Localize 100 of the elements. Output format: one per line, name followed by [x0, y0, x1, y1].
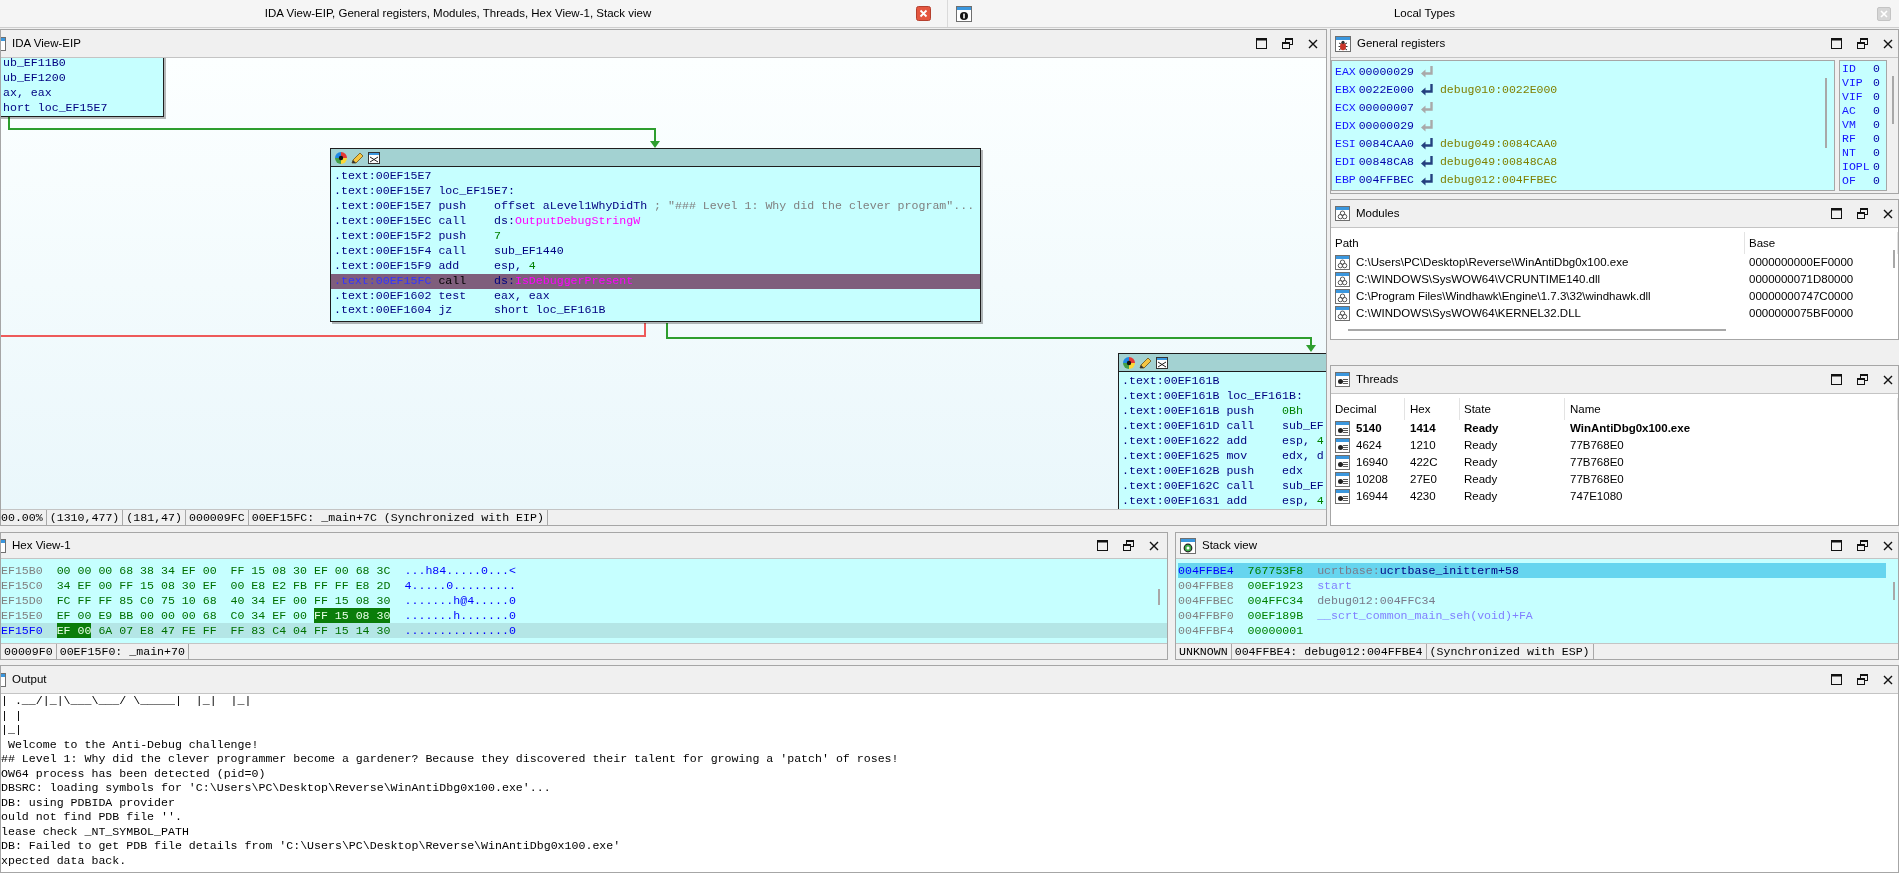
hex-byte: 08	[355, 593, 370, 608]
close-icon[interactable]	[1308, 38, 1318, 49]
thread-state: Ready	[1464, 439, 1498, 451]
flag-name: AC	[1842, 104, 1857, 118]
register-target[interactable]: debug010:0022E000	[1439, 81, 1558, 99]
stack-row[interactable]: 004FFBF4 00000001	[1178, 623, 1886, 638]
window-icon[interactable]	[368, 151, 380, 164]
stack-row[interactable]: 004FFBEC 004FFC34 debug012:004FFC34	[1178, 593, 1886, 608]
hex-byte: C4	[272, 623, 287, 638]
flag-value: 0	[1873, 104, 1880, 117]
hex-byte: 2D	[376, 578, 391, 593]
restore-icon[interactable]	[1282, 38, 1293, 49]
hex-byte: EF	[56, 608, 71, 623]
module-path: C:\Users\PC\Desktop\Reverse\WinAntiDbg0x100.exe	[1356, 255, 1629, 270]
scrollbar-thumb[interactable]	[1893, 582, 1895, 600]
stack-value: 00EF189B	[1247, 608, 1305, 623]
stack-row[interactable]: 004FFBF0 00EF189B __scrt_common_main_seh(void)+FA	[1178, 608, 1886, 623]
return-arrow-icon[interactable]	[1419, 137, 1435, 151]
output-line: ## Level 1: Why did the clever programmer become a gardener? Because they discovered their talent for growing a 'patch' of roses!	[1, 752, 899, 767]
list-icon	[1335, 438, 1350, 453]
column-header[interactable]: Name	[1565, 398, 1898, 420]
code-line: .text:00EF15E7	[333, 169, 433, 184]
restore-icon[interactable]	[1857, 208, 1868, 219]
column-header[interactable]: Path	[1331, 232, 1745, 254]
hex-byte: 00	[140, 608, 154, 623]
thread-name: 77B768E0	[1570, 456, 1624, 468]
restore-icon[interactable]	[1857, 374, 1868, 385]
register-target[interactable]: debug049:0084CAA0	[1439, 135, 1558, 153]
flag-name: ID	[1842, 62, 1857, 76]
register-target[interactable]: debug049:00848CA8	[1439, 153, 1558, 171]
close-icon[interactable]	[1883, 38, 1893, 49]
list-icon	[1335, 472, 1350, 487]
hex-row[interactable]: EF15F0 EF 00 6A 07 E8 47 FE FF FF 83 C4 04 FF 15 14 30 ...............0	[1, 623, 1167, 638]
restore-icon[interactable]	[1857, 38, 1868, 49]
color-wheel-icon[interactable]	[335, 151, 347, 164]
hex-byte: EF	[77, 578, 92, 593]
hex-byte: EF	[56, 623, 78, 638]
hex-byte: 00	[77, 608, 92, 623]
restore-icon[interactable]	[1857, 540, 1868, 551]
hex-byte: 00	[293, 608, 307, 623]
maximize-icon[interactable]	[1831, 374, 1842, 385]
pencil-icon[interactable]	[351, 151, 364, 164]
hex-byte: FC	[56, 593, 71, 608]
window-icon	[1180, 537, 1196, 554]
output-line: DB: Failed to get PDB file details from 'C:\Users\PC\Desktop\Reverse\WinAntiDbg0x100.exe'	[1, 839, 621, 854]
panel-title: Local Types	[1393, 6, 1456, 21]
close-icon[interactable]	[1883, 374, 1893, 385]
hex-row[interactable]: EF15C0 34 EF 00 FF 15 08 30 EF 00 E8 E2 FB FF FF E8 2D 4.....0.........	[1, 578, 1167, 593]
maximize-icon[interactable]	[1097, 540, 1108, 551]
restore-icon[interactable]	[1123, 540, 1134, 551]
pencil-icon[interactable]	[1139, 356, 1152, 369]
maximize-icon[interactable]	[1256, 38, 1267, 49]
hex-byte: 00	[98, 563, 113, 578]
column-header[interactable]: State	[1460, 398, 1565, 420]
color-wheel-icon[interactable]	[1123, 356, 1135, 369]
maximize-icon[interactable]	[1831, 540, 1842, 551]
maximize-icon[interactable]	[1831, 208, 1842, 219]
hex-row[interactable]: EF15B0 00 00 00 68 38 34 EF 00 FF 15 08 30 EF 00 68 3C ...h84.....0...<	[1, 563, 1167, 578]
hex-byte: EF	[313, 563, 328, 578]
panel-title: General registers	[1357, 36, 1446, 51]
window-icon[interactable]	[1156, 356, 1168, 369]
maximize-icon[interactable]	[1831, 38, 1842, 49]
flag-name: OF	[1842, 174, 1857, 188]
flag-value: 0	[1873, 62, 1880, 75]
restore-icon[interactable]	[1857, 674, 1868, 685]
close-icon[interactable]	[1883, 540, 1893, 551]
stack-row[interactable]: 004FFBE8 00EF1923 start	[1178, 578, 1886, 593]
flag-name: RF	[1842, 132, 1857, 146]
scrollbar-thumb[interactable]	[1825, 78, 1827, 148]
scrollbar-thumb[interactable]	[1158, 589, 1160, 605]
hex-byte: 15	[140, 578, 154, 593]
scrollbar-thumb[interactable]	[1892, 76, 1894, 124]
return-arrow-icon[interactable]	[1419, 155, 1435, 169]
stack-address: 004FFBE4	[1178, 563, 1235, 578]
hex-row[interactable]: EF15D0 FC FF FF 85 C0 75 10 68 40 34 EF 00 FF 15 08 30 .......h@4.....0	[1, 593, 1167, 608]
hex-byte: 68	[202, 593, 217, 608]
close-icon[interactable]	[1149, 540, 1159, 551]
register-value: 00000007	[1358, 100, 1414, 116]
register-name: ECX	[1335, 100, 1356, 116]
hex-byte: 04	[293, 623, 307, 638]
maximize-icon[interactable]	[1831, 674, 1842, 685]
hex-byte: 68	[202, 608, 217, 623]
close-icon[interactable]	[1883, 208, 1893, 219]
return-arrow-icon[interactable]	[1419, 173, 1435, 187]
scrollbar-thumb[interactable]	[1348, 329, 1726, 331]
code-line: .text:00EF161D call sub_EF	[1121, 418, 1325, 434]
stack-row[interactable]: 004FFBE4 767753F8 ucrtbase:ucrtbase_initterm+58	[1178, 563, 1886, 578]
column-header[interactable]: Decimal	[1331, 398, 1405, 420]
stack-address: 004FFBF0	[1178, 608, 1235, 623]
close-icon[interactable]	[1883, 674, 1893, 685]
hex-byte: 75	[160, 593, 175, 608]
hex-row[interactable]: EF15E0 EF 00 E9 BB 00 00 00 68 C0 34 EF 00 FF 15 08 30 .......h.......0	[1, 608, 1167, 623]
list-icon	[1335, 421, 1350, 436]
module-base: 0000000075BF0000	[1749, 307, 1854, 319]
column-header[interactable]: Hex	[1405, 398, 1460, 420]
thread-id: 4624	[1356, 438, 1382, 453]
return-arrow-icon[interactable]	[1419, 83, 1435, 97]
scrollbar-thumb[interactable]	[1893, 250, 1895, 268]
register-target[interactable]: debug012:004FFBEC	[1439, 171, 1558, 189]
module-path: C:\WINDOWS\SysWOW64\KERNEL32.DLL	[1356, 306, 1581, 321]
